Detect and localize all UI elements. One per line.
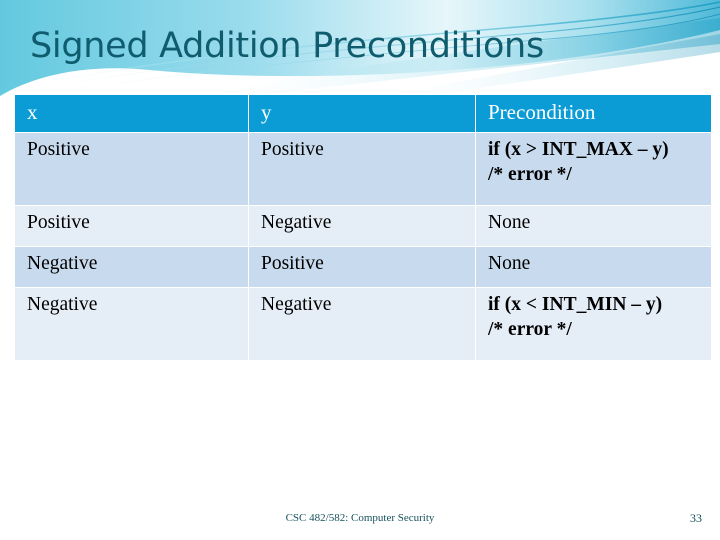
table-body: Positive Positive if (x > INT_MAX – y) /… xyxy=(15,133,711,360)
table-header-row: x y Precondition xyxy=(15,95,711,132)
cell-y: Negative xyxy=(249,288,475,360)
precondition-line-2: /* error */ xyxy=(488,164,572,185)
cell-x: Positive xyxy=(15,133,248,205)
page-title: Signed Addition Preconditions xyxy=(30,26,544,66)
column-header-x: x xyxy=(15,95,248,132)
cell-precondition: if (x < INT_MIN – y) /* error */ xyxy=(476,288,711,360)
precondition-line-2: /* error */ xyxy=(488,319,572,340)
cell-y: Positive xyxy=(249,133,475,205)
slide-number: 33 xyxy=(690,511,702,525)
table-header: x y Precondition xyxy=(15,95,711,132)
slide-canvas: Signed Addition Preconditions x y Precon… xyxy=(0,0,720,540)
table-row: Positive Positive if (x > INT_MAX – y) /… xyxy=(15,133,711,205)
cell-y: Negative xyxy=(249,206,475,246)
preconditions-table: x y Precondition Positive Positive if (x… xyxy=(14,94,712,361)
cell-precondition: if (x > INT_MAX – y) /* error */ xyxy=(476,133,711,205)
table-row: Negative Negative if (x < INT_MIN – y) /… xyxy=(15,288,711,360)
column-header-y: y xyxy=(249,95,475,132)
table-row: Negative Positive None xyxy=(15,247,711,287)
table-row: Positive Negative None xyxy=(15,206,711,246)
footer-course-label: CSC 482/582: Computer Security xyxy=(285,512,435,524)
cell-precondition: None xyxy=(476,247,711,287)
cell-precondition: None xyxy=(476,206,711,246)
precondition-line-1: if (x < INT_MIN – y) xyxy=(488,294,663,315)
precondition-line-1: if (x > INT_MAX – y) xyxy=(488,139,669,160)
cell-x: Negative xyxy=(15,247,248,287)
cell-y: Positive xyxy=(249,247,475,287)
cell-x: Negative xyxy=(15,288,248,360)
cell-x: Positive xyxy=(15,206,248,246)
column-header-precondition: Precondition xyxy=(476,95,711,132)
